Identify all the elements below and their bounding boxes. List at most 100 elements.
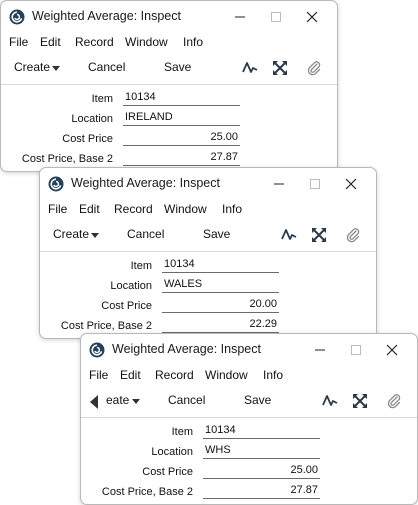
item-value: 10134 [164, 258, 195, 270]
hansaworld-swirl-icon [89, 342, 105, 358]
close-icon [345, 178, 357, 190]
expand-arrows-icon[interactable] [352, 393, 368, 409]
minimize-icon [235, 16, 245, 18]
chevron-down-icon[interactable] [52, 66, 60, 71]
item-label: Item [130, 260, 152, 272]
menu-edit[interactable]: Edit [79, 202, 100, 216]
activity-pulse-icon[interactable] [322, 393, 338, 409]
item-field[interactable]: 10134 [123, 91, 240, 106]
activity-pulse-icon[interactable] [242, 60, 258, 76]
maximize-icon [310, 179, 320, 189]
close-icon [386, 344, 398, 356]
menu-bar: File Edit Record Window Info [40, 199, 376, 219]
close-icon [306, 11, 318, 23]
save-button[interactable]: Save [203, 227, 230, 241]
menu-info[interactable]: Info [263, 368, 283, 382]
location-label: Location [151, 446, 193, 458]
cost-price-label: Cost Price [62, 133, 113, 145]
chevron-down-icon[interactable] [132, 399, 140, 404]
cost-price-label: Cost Price [142, 466, 193, 478]
menu-bar: File Edit Record Window Info [1, 32, 337, 52]
menu-file[interactable]: File [9, 35, 28, 49]
item-value: 10134 [125, 91, 156, 103]
title-bar[interactable]: Weighted Average: Inspect [1, 1, 337, 32]
create-button[interactable]: Create [14, 60, 50, 74]
item-field[interactable]: 10134 [162, 258, 279, 273]
cost-price-base2-value: 22.29 [249, 318, 277, 330]
cancel-button[interactable]: Cancel [88, 60, 125, 74]
location-field[interactable]: WALES [162, 278, 279, 293]
title-bar[interactable]: Weighted Average: Inspect [81, 334, 417, 365]
menu-info[interactable]: Info [222, 202, 242, 216]
save-button[interactable]: Save [244, 393, 271, 407]
back-arrow-icon[interactable] [90, 395, 98, 409]
chevron-down-icon[interactable] [91, 233, 99, 238]
cost-price-base2-field[interactable]: 27.87 [123, 151, 240, 166]
maximize-button[interactable] [261, 6, 291, 28]
location-field[interactable]: IRELAND [123, 111, 240, 126]
cost-price-value: 25.00 [290, 464, 318, 476]
expand-arrows-icon[interactable] [272, 60, 288, 76]
inspect-window-1: Weighted Average: Inspect File Edit Reco… [0, 0, 338, 172]
title-bar[interactable]: Weighted Average: Inspect [40, 168, 376, 199]
hansaworld-swirl-icon [9, 9, 25, 25]
maximize-icon [351, 345, 361, 355]
location-label: Location [71, 113, 113, 125]
record-form: Item 10134 Location WALES Cost Price 20.… [40, 252, 376, 338]
close-button[interactable] [336, 173, 366, 195]
location-value: IRELAND [125, 111, 173, 123]
paperclip-icon[interactable] [386, 393, 402, 409]
create-button[interactable]: Create [53, 227, 89, 241]
menu-record[interactable]: Record [114, 202, 153, 216]
location-field[interactable]: WHS [203, 444, 320, 459]
window-title: Weighted Average: Inspect [32, 9, 181, 23]
inspect-window-2: Weighted Average: Inspect File Edit Reco… [39, 167, 377, 339]
menu-window[interactable]: Window [205, 368, 248, 382]
cost-price-base2-label: Cost Price, Base 2 [60, 320, 152, 332]
cost-price-value: 25.00 [210, 131, 238, 143]
maximize-button[interactable] [341, 339, 371, 361]
activity-pulse-icon[interactable] [281, 227, 297, 243]
cost-price-base2-label: Cost Price, Base 2 [101, 486, 193, 498]
cost-price-base2-label: Cost Price, Base 2 [21, 153, 113, 165]
cost-price-field[interactable]: 25.00 [123, 131, 240, 146]
cost-price-base2-value: 27.87 [290, 484, 318, 496]
expand-arrows-icon[interactable] [311, 227, 327, 243]
cost-price-base2-field[interactable]: 27.87 [203, 484, 320, 499]
menu-edit[interactable]: Edit [40, 35, 61, 49]
item-field[interactable]: 10134 [203, 424, 320, 439]
close-button[interactable] [377, 339, 407, 361]
location-value: WHS [205, 444, 231, 456]
create-button[interactable]: eate [106, 393, 129, 407]
minimize-icon [274, 183, 284, 185]
cost-price-base2-field[interactable]: 22.29 [162, 318, 279, 333]
cost-price-field[interactable]: 20.00 [162, 298, 279, 313]
item-label: Item [91, 93, 113, 105]
cancel-button[interactable]: Cancel [168, 393, 205, 407]
menu-record[interactable]: Record [155, 368, 194, 382]
cost-price-base2-value: 27.87 [210, 151, 238, 163]
save-button[interactable]: Save [164, 60, 191, 74]
maximize-button[interactable] [300, 173, 330, 195]
window-title: Weighted Average: Inspect [112, 342, 261, 356]
menu-window[interactable]: Window [164, 202, 207, 216]
inspect-window-3: Weighted Average: Inspect File Edit Reco… [80, 333, 418, 505]
menu-file[interactable]: File [89, 368, 108, 382]
minimize-button[interactable] [305, 339, 335, 361]
paperclip-icon[interactable] [306, 60, 322, 76]
menu-edit[interactable]: Edit [120, 368, 141, 382]
minimize-button[interactable] [264, 173, 294, 195]
menu-file[interactable]: File [48, 202, 67, 216]
item-label: Item [171, 426, 193, 438]
toolbar: Create Cancel Save [40, 219, 376, 252]
item-value: 10134 [205, 424, 236, 436]
minimize-button[interactable] [225, 6, 255, 28]
menu-record[interactable]: Record [75, 35, 114, 49]
cancel-button[interactable]: Cancel [127, 227, 164, 241]
paperclip-icon[interactable] [345, 227, 361, 243]
close-button[interactable] [297, 6, 327, 28]
menu-info[interactable]: Info [183, 35, 203, 49]
location-label: Location [110, 280, 152, 292]
cost-price-field[interactable]: 25.00 [203, 464, 320, 479]
menu-window[interactable]: Window [125, 35, 168, 49]
